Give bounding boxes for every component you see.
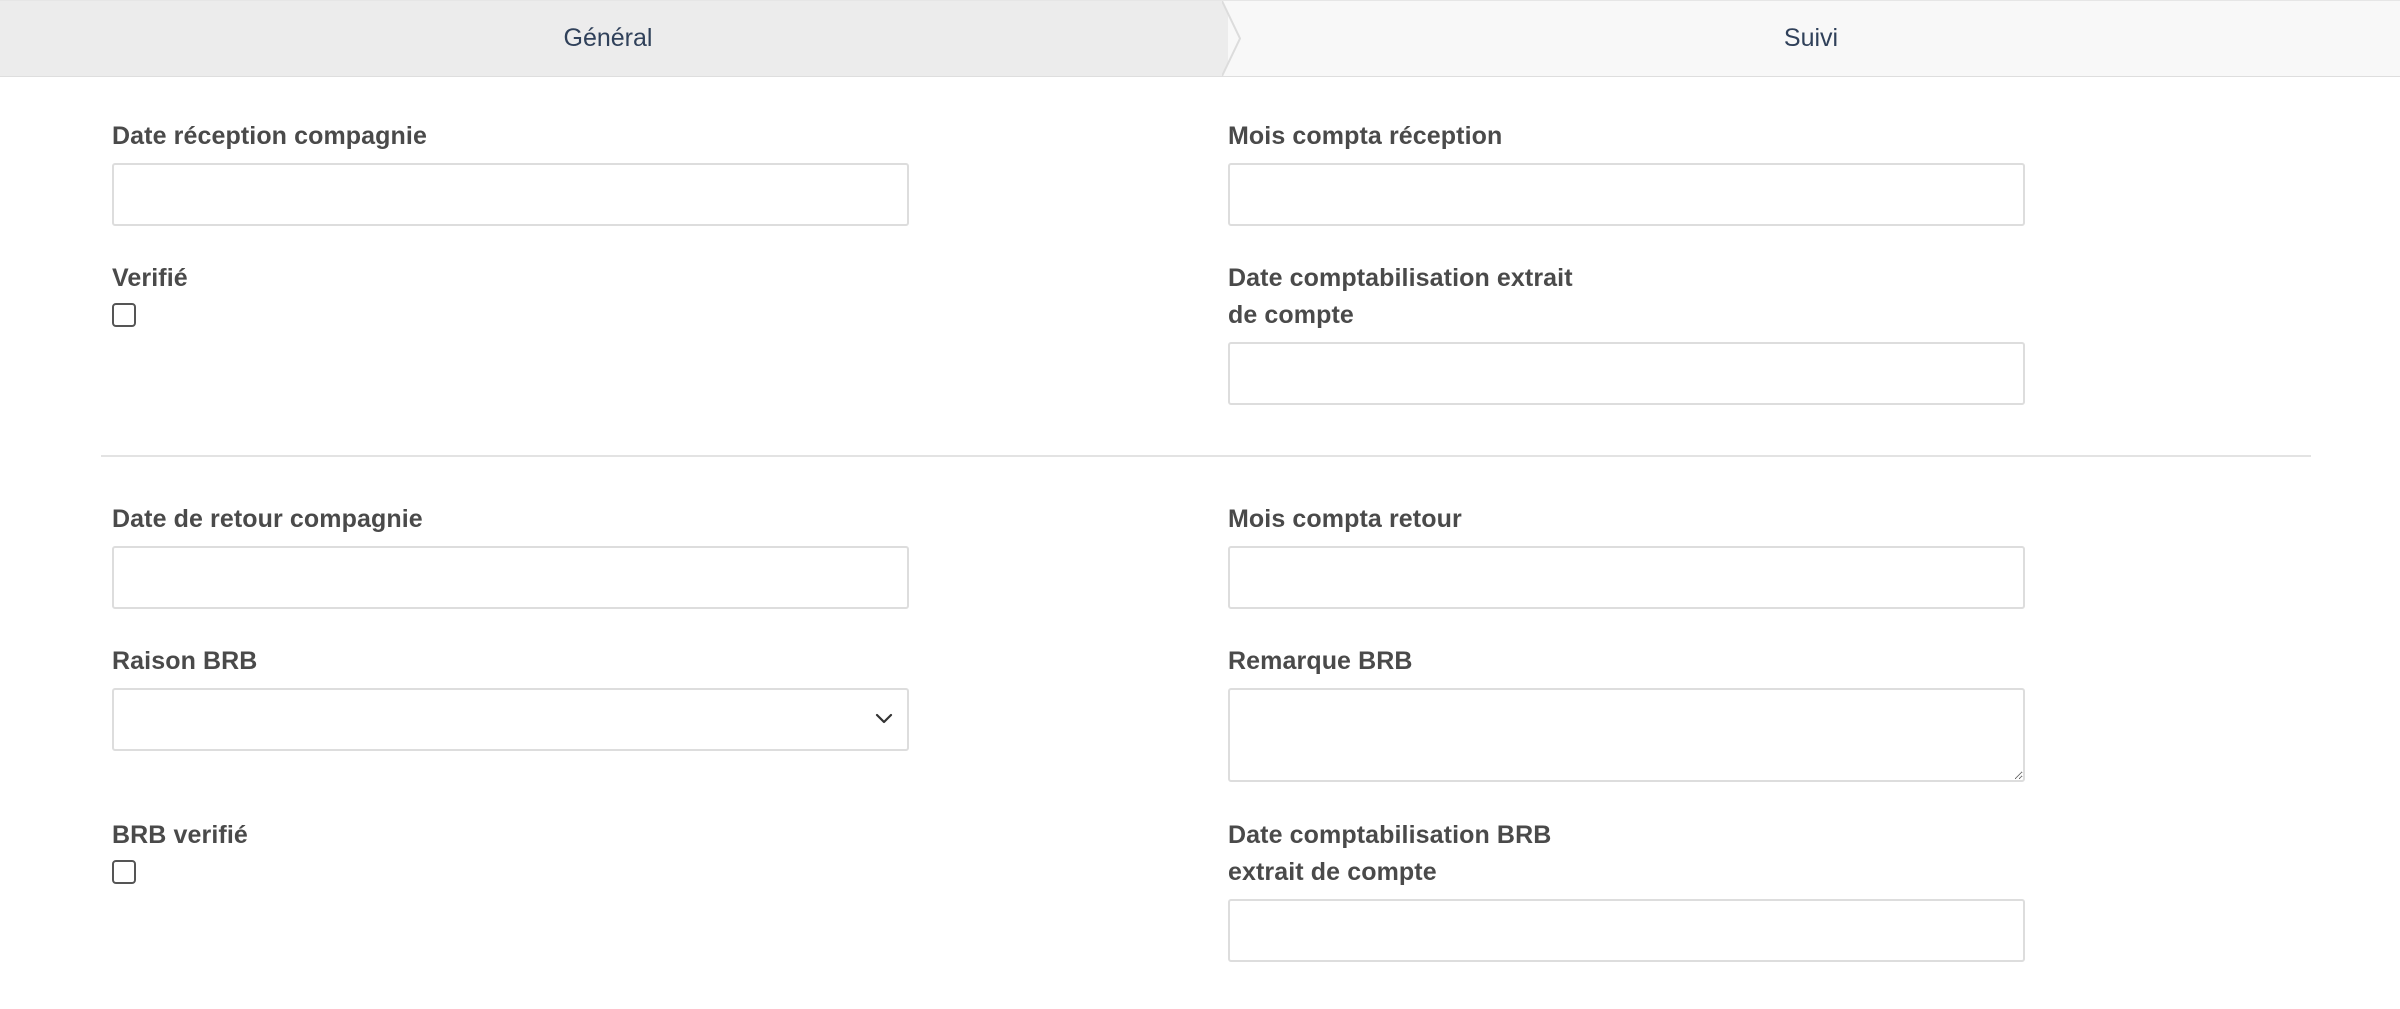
mois-compta-retour-input[interactable] xyxy=(1228,546,2025,609)
label-date-comptabilisation-brb-line1: Date comptabilisation BRB xyxy=(1228,821,1552,849)
label-date-retour-compagnie: Date de retour compagnie xyxy=(112,505,423,533)
field-date-reception-compagnie: Date réception compagnie xyxy=(112,118,909,226)
label-date-comptabilisation-extrait-line2: de compte xyxy=(1228,301,1354,329)
field-remarque-brb: Remarque BRB xyxy=(1228,643,2025,782)
label-raison-brb: Raison BRB xyxy=(112,647,258,675)
date-reception-compagnie-input[interactable] xyxy=(112,163,909,226)
field-mois-compta-retour: Mois compta retour xyxy=(1228,501,2025,609)
remarque-brb-textarea[interactable] xyxy=(1228,688,2025,782)
mois-compta-reception-input[interactable] xyxy=(1228,163,2025,226)
tab-general[interactable]: Général xyxy=(0,1,1228,76)
raison-brb-select[interactable] xyxy=(112,688,909,751)
wizard-tab-bar: Suivi Général xyxy=(0,0,2400,77)
date-retour-compagnie-input[interactable] xyxy=(112,546,909,609)
brb-verifie-checkbox[interactable] xyxy=(112,860,136,884)
label-mois-compta-retour: Mois compta retour xyxy=(1228,505,1462,533)
field-date-comptabilisation-brb: Date comptabilisation BRB extrait de com… xyxy=(1228,817,2025,962)
field-raison-brb: Raison BRB xyxy=(112,643,909,751)
tab-general-label: Général xyxy=(563,24,653,52)
field-date-comptabilisation-extrait: Date comptabilisation extrait de compte xyxy=(1228,260,2025,405)
tab-suivi-label: Suivi xyxy=(1783,24,1839,52)
field-mois-compta-reception: Mois compta réception xyxy=(1228,118,2025,226)
label-date-comptabilisation-extrait-line1: Date comptabilisation extrait xyxy=(1228,264,1573,292)
date-comptabilisation-brb-input[interactable] xyxy=(1228,899,2025,962)
chevron-down-icon xyxy=(875,713,893,724)
section-divider xyxy=(101,455,2311,457)
label-brb-verifie: BRB verifié xyxy=(112,821,248,849)
verifie-checkbox[interactable] xyxy=(112,303,136,327)
label-date-reception-compagnie: Date réception compagnie xyxy=(112,122,427,150)
date-comptabilisation-extrait-input[interactable] xyxy=(1228,342,2025,405)
field-verifie: Verifié xyxy=(112,260,188,327)
label-verifie: Verifié xyxy=(112,264,188,292)
label-mois-compta-reception: Mois compta réception xyxy=(1228,122,1503,150)
field-brb-verifie: BRB verifié xyxy=(112,817,248,884)
label-remarque-brb: Remarque BRB xyxy=(1228,647,1413,675)
field-date-retour-compagnie: Date de retour compagnie xyxy=(112,501,909,609)
label-date-comptabilisation-brb-line2: extrait de compte xyxy=(1228,858,1437,886)
tab-suivi[interactable]: Suivi xyxy=(1222,1,2400,76)
